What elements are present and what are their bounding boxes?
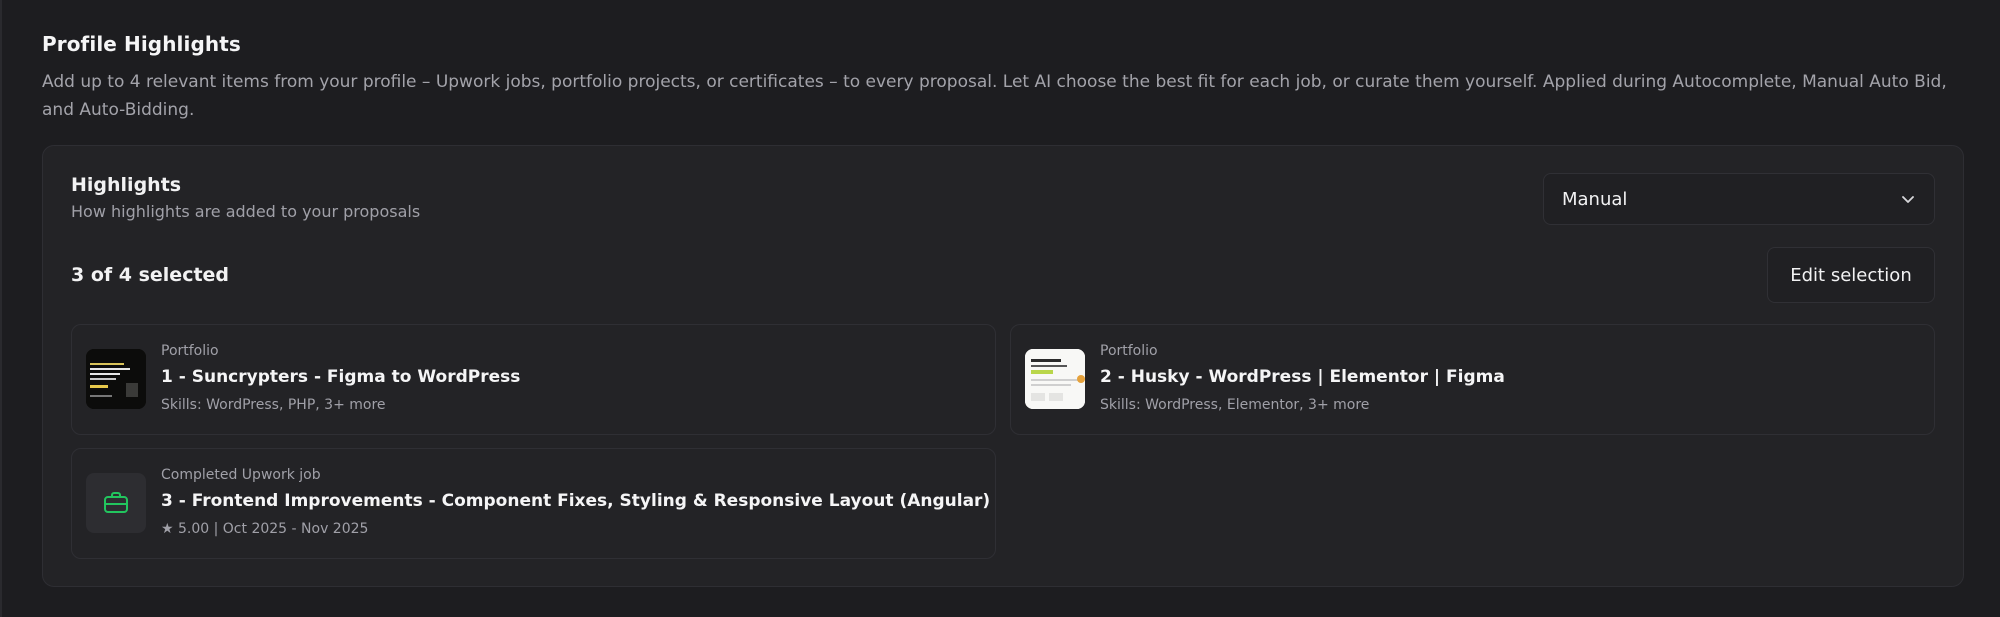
chevron-down-icon (1902, 196, 1914, 203)
section-title: Profile Highlights (42, 32, 241, 56)
item-kind: Portfolio (161, 343, 219, 359)
section-description: Add up to 4 relevant items from your pro… (42, 72, 1947, 120)
item-title: 1 - Suncrypters - Figma to WordPress (161, 367, 521, 387)
highlight-item[interactable]: Portfolio 1 - Suncrypters - Figma to Wor… (71, 324, 996, 435)
item-kind: Portfolio (1100, 343, 1158, 359)
item-meta: Skills: WordPress, Elementor, 3+ more (1100, 397, 1370, 413)
item-kind: Completed Upwork job (161, 467, 321, 483)
mode-select-value: Manual (1562, 188, 1628, 210)
highlights-mode-select[interactable]: Manual (1543, 173, 1935, 225)
item-title: 2 - Husky - WordPress | Elementor | Figm… (1100, 367, 1505, 387)
highlight-item[interactable]: Portfolio 2 - Husky - WordPress | Elemen… (1010, 324, 1935, 435)
edit-selection-button[interactable]: Edit selection (1767, 247, 1935, 303)
highlights-subtitle: How highlights are added to your proposa… (71, 202, 421, 221)
highlights-card: Highlights How highlights are added to y… (42, 145, 1964, 587)
portfolio-thumbnail (1025, 349, 1085, 409)
item-title: 3 - Frontend Improvements - Component Fi… (161, 491, 991, 511)
item-meta: Skills: WordPress, PHP, 3+ more (161, 397, 386, 413)
upwork-job-thumbnail (86, 473, 146, 533)
highlight-item[interactable]: Completed Upwork job 3 - Frontend Improv… (71, 448, 996, 559)
item-meta: ★ 5.00 | Oct 2025 - Nov 2025 (161, 521, 369, 537)
selection-count: 3 of 4 selected (71, 264, 230, 286)
briefcase-icon (104, 492, 128, 513)
portfolio-thumbnail (86, 349, 146, 409)
highlights-title: Highlights (71, 174, 182, 196)
page-left-border (0, 0, 2, 617)
